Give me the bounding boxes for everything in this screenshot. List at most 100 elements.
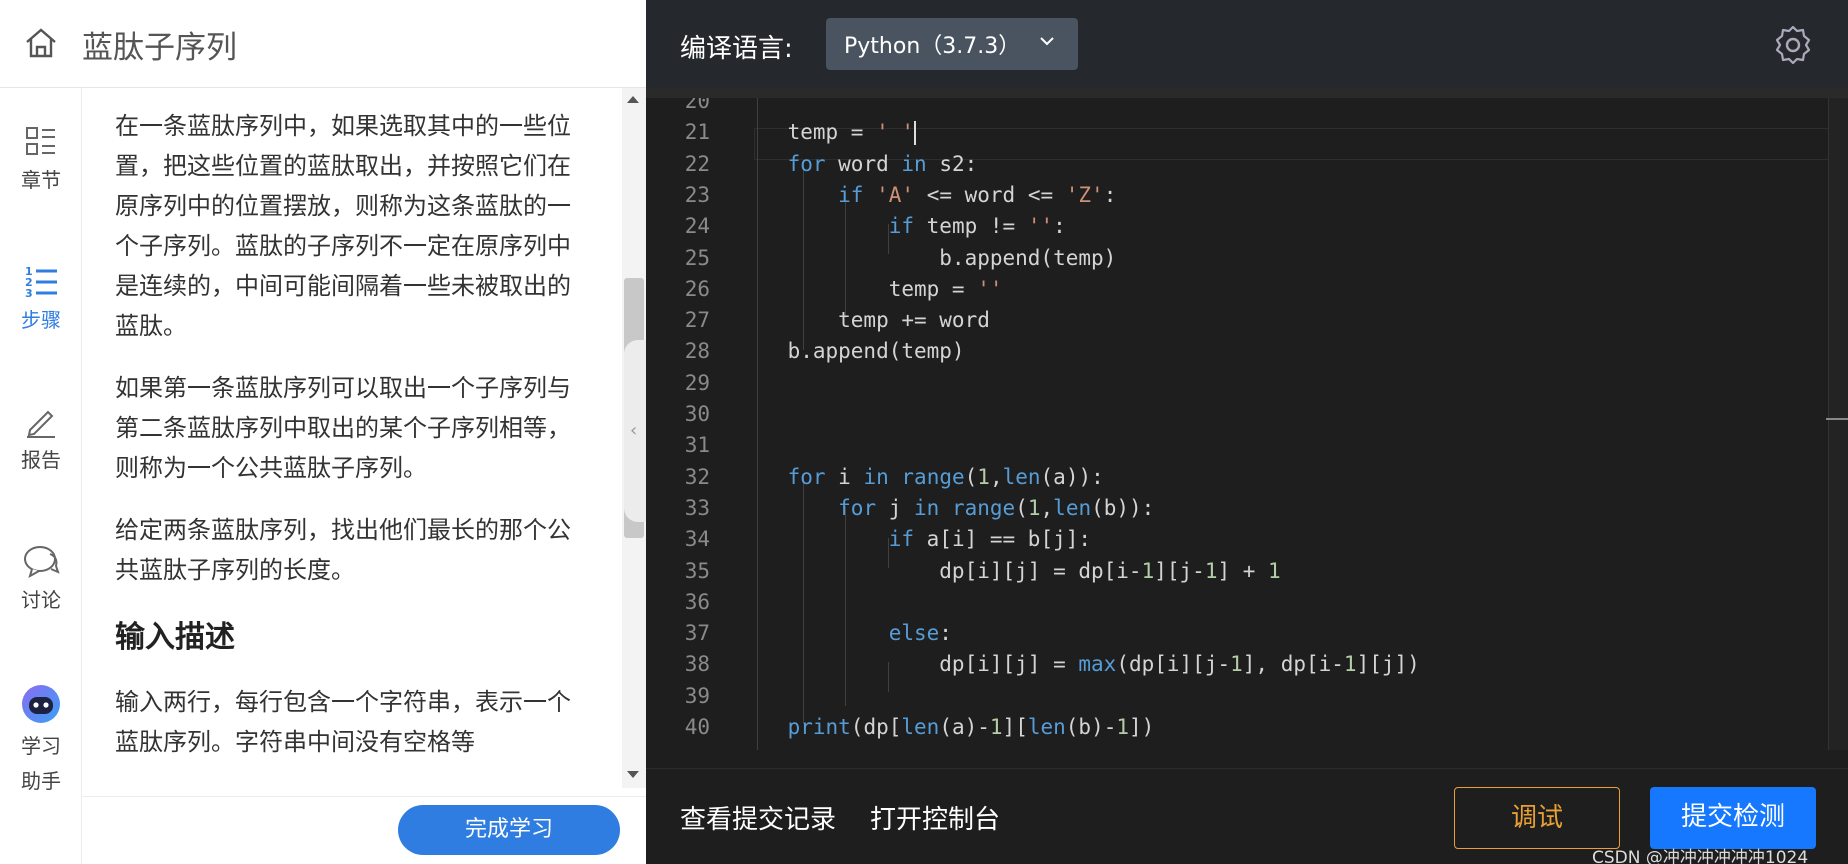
line-number: 35 [684, 558, 710, 583]
rail-item-chapter[interactable]: 章节 [0, 124, 82, 193]
line-number: 24 [684, 214, 710, 239]
debug-button[interactable]: 调试 [1454, 787, 1620, 849]
code-text: dp[i][j] = dp[i-1][j-1] + 1 [737, 558, 1281, 583]
line-number: 33 [684, 495, 710, 520]
code-text: if 'A' <= word <= 'Z': [838, 182, 1117, 207]
code-text: if a[i] == b[j]: [888, 527, 1092, 552]
line-number: 28 [684, 339, 710, 364]
scroll-down-icon[interactable] [627, 771, 639, 778]
line-number: 31 [684, 433, 710, 458]
robot-icon [22, 685, 60, 723]
code-line[interactable]: 37 else: [646, 618, 1848, 649]
code-line[interactable]: 38 dp[i][j] = max(dp[i][j-1], dp[i-1][j]… [646, 649, 1848, 680]
code-line[interactable]: 40 print(dp[len(a)-1][len(b)-1]) [646, 712, 1848, 743]
code-line[interactable]: 30 [646, 399, 1848, 430]
code-text: for word in s2: [787, 151, 978, 176]
chat-icon [24, 546, 60, 578]
code-line[interactable]: 24 if temp != '': [646, 211, 1848, 242]
code-line[interactable]: 39 [646, 681, 1848, 712]
home-icon[interactable] [24, 26, 58, 60]
line-number: 20 [684, 98, 710, 113]
code-line[interactable]: 20 [646, 98, 1848, 117]
code-text: b.append(temp) [737, 339, 965, 364]
code-text: for j in range(1,len(b)): [838, 495, 1155, 520]
page-title: 蓝肽子序列 [82, 30, 237, 66]
editor-header: 编译语言: Python（3.7.3） [646, 0, 1848, 88]
code-text: temp += word [737, 308, 990, 333]
line-number: 23 [684, 182, 710, 207]
code-line[interactable]: 28 b.append(temp) [646, 336, 1848, 367]
editor-panel: 编译语言: Python（3.7.3） 20 21 temp = ' ' 22 fo… [646, 0, 1848, 864]
code-editor[interactable]: 20 21 temp = ' ' 22 for word in s2: 23 if '… [646, 98, 1848, 750]
paragraph: 如果第一条蓝肽序列可以取出一个子序列与第二条蓝肽序列中取出的某个子序列相等，则称… [115, 374, 571, 482]
code-line[interactable]: 32 for i in range(1,len(a)): [646, 462, 1848, 493]
pencil-icon [27, 410, 55, 438]
code-line[interactable]: 35 dp[i][j] = dp[i-1][j-1] + 1 [646, 556, 1848, 587]
line-number: 36 [684, 589, 710, 614]
code-text: else: [888, 621, 952, 646]
language-select[interactable]: Python（3.7.3） [826, 18, 1078, 70]
line-number: 40 [684, 715, 710, 739]
rail-label: 报告 [21, 448, 61, 472]
line-number: 38 [684, 652, 710, 677]
rail-label: 步骤 [21, 308, 61, 332]
collapse-panel-handle[interactable]: ‹ [624, 340, 648, 522]
code-text: if temp != '': [888, 214, 1066, 239]
code-line[interactable]: 25 b.append(temp) [646, 243, 1848, 274]
line-number: 27 [684, 308, 710, 333]
gear-icon[interactable] [1772, 24, 1814, 66]
code-line[interactable]: 31 [646, 430, 1848, 461]
code-text: dp[i][j] = max(dp[i][j-1], dp[i-1][j]) [737, 652, 1420, 677]
code-text: b.append(temp) [737, 245, 1117, 270]
chapter-icon [26, 127, 55, 155]
section-heading: 输入描述 [115, 620, 235, 655]
language-label: 编译语言: [680, 34, 793, 64]
code-line[interactable]: 27 temp += word [646, 305, 1848, 336]
rail-item-steps[interactable]: 1 2 3 步骤 [0, 264, 82, 333]
code-line[interactable]: 29 [646, 368, 1848, 399]
rail-label: 章节 [21, 168, 61, 192]
line-number: 25 [684, 245, 710, 270]
problem-footer: 完成学习 [82, 796, 646, 864]
code-text: for i in range(1,len(a)): [787, 464, 1104, 489]
steps-icon: 1 2 3 [25, 265, 57, 298]
editor-footer: 查看提交记录 打开控制台 调试 提交检测 CSDN @冲冲冲冲冲冲1024 [646, 768, 1848, 864]
submit-button[interactable]: 提交检测 [1650, 787, 1816, 849]
rail-label: 讨论 [21, 588, 61, 612]
code-line[interactable]: 21 temp = ' ' [646, 117, 1848, 148]
rail-label: 学习 [21, 734, 61, 758]
submission-history-link[interactable]: 查看提交记录 [680, 799, 836, 836]
line-number: 29 [684, 370, 710, 395]
editor-scrollbar[interactable] [1828, 98, 1848, 750]
code-line[interactable]: 23 if 'A' <= word <= 'Z': [646, 180, 1848, 211]
code-line[interactable]: 34 if a[i] == b[j]: [646, 524, 1848, 555]
rail-item-discussion[interactable]: 讨论 [0, 544, 82, 613]
text-caret [914, 121, 917, 146]
line-number: 37 [684, 621, 710, 646]
code-text: temp = ' ' [737, 120, 917, 146]
chevron-left-icon: ‹ [630, 420, 638, 441]
rail-item-report[interactable]: 报告 [0, 404, 82, 473]
language-value: Python（3.7.3） [844, 34, 1021, 59]
code-line[interactable]: 26 temp = '' [646, 274, 1848, 305]
paragraph: 给定两条蓝肽序列，找出他们最长的那个公共蓝肽子序列的长度。 [115, 516, 571, 584]
line-number: 26 [684, 276, 710, 301]
finish-learning-button[interactable]: 完成学习 [398, 805, 620, 855]
line-number: 39 [684, 683, 710, 708]
chevron-down-icon [1040, 37, 1054, 46]
code-line[interactable]: 22 for word in s2: [646, 149, 1848, 180]
rail-label: 助手 [21, 769, 61, 793]
code-text: print(dp[len(a)-1][len(b)-1]) [787, 715, 1155, 739]
open-console-link[interactable]: 打开控制台 [870, 799, 1000, 836]
rail-item-assistant[interactable]: 学习 助手 [0, 684, 82, 794]
problem-panel: 蓝肽子序列 章节 1 2 3 步骤 报告 讨论 学习 助手 在一条蓝肽序列中，如… [0, 0, 648, 864]
scroll-up-icon[interactable] [627, 96, 639, 103]
line-number: 34 [684, 527, 710, 552]
problem-description: 在一条蓝肽序列中，如果选取其中的一些位置，把这些位置的蓝肽取出，并按照它们在原序… [82, 88, 622, 788]
code-line[interactable]: 36 [646, 587, 1848, 618]
line-number: 21 [684, 120, 710, 145]
code-text: temp = '' [737, 276, 1003, 301]
side-rail: 章节 1 2 3 步骤 报告 讨论 学习 助手 [0, 88, 82, 864]
problem-header: 蓝肽子序列 [0, 0, 646, 88]
code-line[interactable]: 33 for j in range(1,len(b)): [646, 493, 1848, 524]
